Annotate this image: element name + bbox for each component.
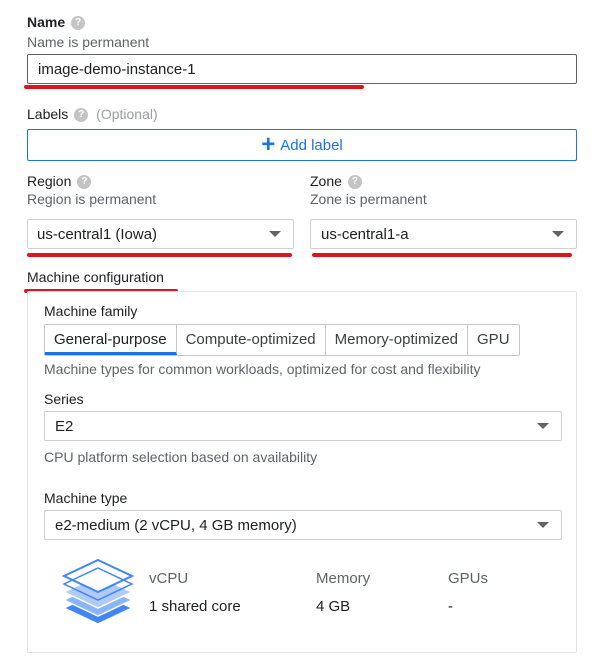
annotation-underline-region (27, 253, 292, 257)
tab-memory-optimized[interactable]: Memory-optimized (326, 325, 469, 355)
annotation-underline-name (24, 85, 364, 89)
machine-family-label: Machine family (44, 303, 138, 319)
name-hint: Name is permanent (27, 34, 150, 50)
zone-hint: Zone is permanent (310, 191, 427, 207)
name-input[interactable]: image-demo-instance-1 (27, 54, 577, 84)
region-select-value: us-central1 (Iowa) (37, 226, 158, 243)
series-select[interactable]: E2 (44, 411, 562, 441)
machine-type-select[interactable]: e2-medium (2 vCPU, 4 GB memory) (44, 510, 562, 540)
zone-select[interactable]: us-central1-a (310, 219, 577, 249)
help-circle-icon[interactable]: ? (74, 108, 89, 123)
machine-config-card: Machine family General-purpose Compute-o… (27, 291, 577, 653)
plus-icon: + (261, 131, 276, 158)
series-hint: CPU platform selection based on availabi… (44, 449, 318, 465)
machine-family-tabs: General-purpose Compute-optimized Memory… (44, 324, 520, 356)
region-label-text: Region (27, 173, 72, 189)
help-circle-icon[interactable]: ? (347, 175, 362, 190)
gpus-header: GPUs (448, 570, 489, 587)
machine-type-label: Machine type (44, 490, 128, 506)
chevron-down-icon (552, 231, 564, 237)
name-label-text: Name (27, 14, 66, 30)
help-circle-icon[interactable]: ? (77, 175, 92, 190)
machine-type-select-value: e2-medium (2 vCPU, 4 GB memory) (55, 517, 297, 534)
region-select[interactable]: us-central1 (Iowa) (27, 219, 294, 249)
memory-value: 4 GB (316, 598, 351, 615)
vcpu-value: 1 shared core (149, 598, 241, 615)
chevron-down-icon (537, 423, 549, 429)
memory-header: Memory (316, 570, 371, 587)
region-hint: Region is permanent (27, 191, 157, 207)
tab-compute-optimized[interactable]: Compute-optimized (177, 325, 326, 355)
labels-label: Labels? (Optional) (27, 106, 158, 123)
series-select-value: E2 (55, 418, 74, 435)
tab-general-purpose[interactable]: General-purpose (45, 325, 177, 355)
stacked-layers-icon (61, 558, 135, 625)
labels-label-text: Labels (27, 106, 69, 122)
chevron-down-icon (269, 231, 281, 237)
vcpu-header: vCPU (149, 570, 189, 587)
annotation-underline-zone (312, 253, 572, 257)
gpus-value: - (448, 598, 453, 615)
zone-select-value: us-central1-a (321, 226, 409, 243)
labels-optional-text: (Optional) (96, 106, 158, 122)
add-label-button[interactable]: + Add label (27, 129, 577, 161)
zone-label-text: Zone (310, 173, 342, 189)
help-circle-icon[interactable]: ? (71, 16, 86, 31)
tab-gpu[interactable]: GPU (468, 325, 519, 355)
machine-config-title: Machine configuration (27, 269, 164, 285)
chevron-down-icon (537, 522, 549, 528)
name-input-value: image-demo-instance-1 (38, 61, 196, 78)
series-label: Series (44, 391, 84, 407)
zone-label: Zone? (310, 173, 362, 190)
region-label: Region? (27, 173, 92, 190)
add-label-text: Add label (280, 136, 343, 154)
name-label: Name? (27, 14, 86, 31)
machine-family-description: Machine types for common workloads, opti… (44, 361, 481, 377)
